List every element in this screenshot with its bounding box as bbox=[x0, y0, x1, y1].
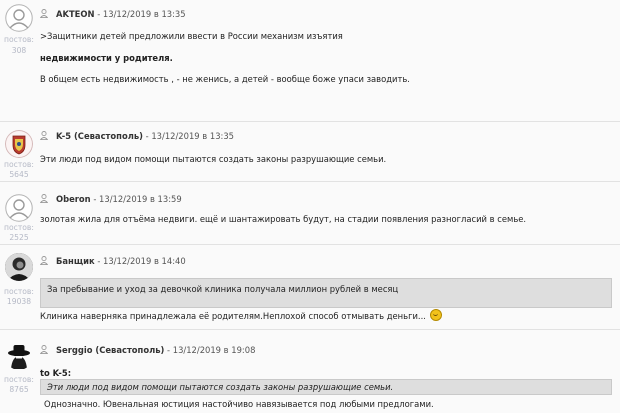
post-count: 19038 bbox=[6, 297, 32, 306]
post-text: Клиника наверняка принадлежала её родите… bbox=[40, 311, 426, 321]
post: постов: 2525 Oberon - 13/12/2019 в 13:59… bbox=[0, 182, 620, 245]
post: постов: 8765 Serggio (Севастополь) - 13/… bbox=[0, 330, 620, 413]
author-name[interactable]: AKTEON bbox=[56, 9, 95, 19]
separator: - bbox=[167, 345, 171, 355]
post-count: 8765 bbox=[9, 385, 29, 394]
post-count: 2525 bbox=[9, 233, 29, 242]
post-date: 13/12/2019 в 13:35 bbox=[102, 9, 186, 19]
coat-of-arms-icon bbox=[5, 130, 33, 158]
post-text: золотая жила для отъёма недвиги. ещё и ш… bbox=[40, 214, 527, 224]
post: постов: 5645 K-5 (Севастополь) - 13/12/2… bbox=[0, 122, 620, 182]
post-header: K-5 (Севастополь) - 13/12/2019 в 13:35 bbox=[40, 130, 234, 142]
post-date: 13/12/2019 в 13:35 bbox=[151, 131, 235, 141]
author-name[interactable]: Oberon bbox=[56, 194, 91, 204]
default-avatar-icon bbox=[5, 194, 33, 222]
separator: - bbox=[93, 194, 97, 204]
post-text: недвижимости у родителя. bbox=[40, 53, 173, 63]
user-icon bbox=[40, 256, 48, 265]
post-date: 13/12/2019 в 14:40 bbox=[103, 256, 186, 266]
avatar[interactable] bbox=[5, 130, 33, 158]
author-name[interactable]: Serggio (Севастополь) bbox=[56, 345, 164, 355]
user-icon bbox=[40, 131, 48, 140]
smiley-icon bbox=[429, 309, 442, 321]
quote-block: Эти люди под видом помощи пытаются созда… bbox=[40, 379, 612, 395]
post-text: Однозначно. Ювенальная юстиция настойчив… bbox=[44, 399, 434, 409]
post-count: 308 bbox=[11, 46, 27, 55]
author-name[interactable]: K-5 (Севастополь) bbox=[56, 131, 143, 141]
author-name[interactable]: Банщик bbox=[56, 256, 95, 266]
separator: - bbox=[97, 256, 101, 266]
separator: - bbox=[97, 9, 101, 19]
post: постов: 308 AKTEON - 13/12/2019 в 13:35 … bbox=[0, 0, 620, 122]
post-text: В общем есть недвижимость , - не женись,… bbox=[40, 74, 410, 84]
post-header: AKTEON - 13/12/2019 в 13:35 bbox=[40, 8, 186, 20]
avatar[interactable] bbox=[5, 253, 33, 281]
quote-text: За пребывание и уход за девочкой клиника… bbox=[47, 284, 399, 294]
post-date: 13/12/2019 в 13:59 bbox=[99, 194, 182, 204]
post-text: >Защитники детей предложили ввести в Рос… bbox=[40, 31, 343, 41]
user-icon bbox=[40, 9, 48, 18]
post: постов: 19038 Банщик - 13/12/2019 в 14:4… bbox=[0, 245, 620, 330]
user-icon bbox=[40, 345, 48, 354]
hat-avatar-icon bbox=[8, 345, 30, 369]
portrait-avatar-icon bbox=[5, 253, 33, 281]
user-icon bbox=[40, 194, 48, 203]
quote-text: Эти люди под видом помощи пытаются созда… bbox=[47, 382, 394, 392]
avatar[interactable] bbox=[5, 342, 33, 370]
post-header: Serggio (Севастополь) - 13/12/2019 в 19:… bbox=[40, 344, 255, 356]
reply-to[interactable]: to K-5: bbox=[40, 367, 71, 379]
separator: - bbox=[145, 131, 149, 141]
quote-block: За пребывание и уход за девочкой клиника… bbox=[40, 278, 612, 308]
post-header: Oberon - 13/12/2019 в 13:59 bbox=[40, 193, 182, 205]
post-date: 13/12/2019 в 19:08 bbox=[172, 345, 256, 355]
post-count: 5645 bbox=[9, 170, 29, 179]
post-header: Банщик - 13/12/2019 в 14:40 bbox=[40, 255, 186, 267]
avatar[interactable] bbox=[5, 4, 33, 32]
post-text-line: Клиника наверняка принадлежала её родите… bbox=[40, 309, 442, 322]
post-count-label: постов: bbox=[4, 35, 34, 44]
post-text: Эти люди под видом помощи пытаются созда… bbox=[40, 154, 387, 164]
default-avatar-icon bbox=[5, 4, 33, 32]
avatar[interactable] bbox=[5, 194, 33, 222]
